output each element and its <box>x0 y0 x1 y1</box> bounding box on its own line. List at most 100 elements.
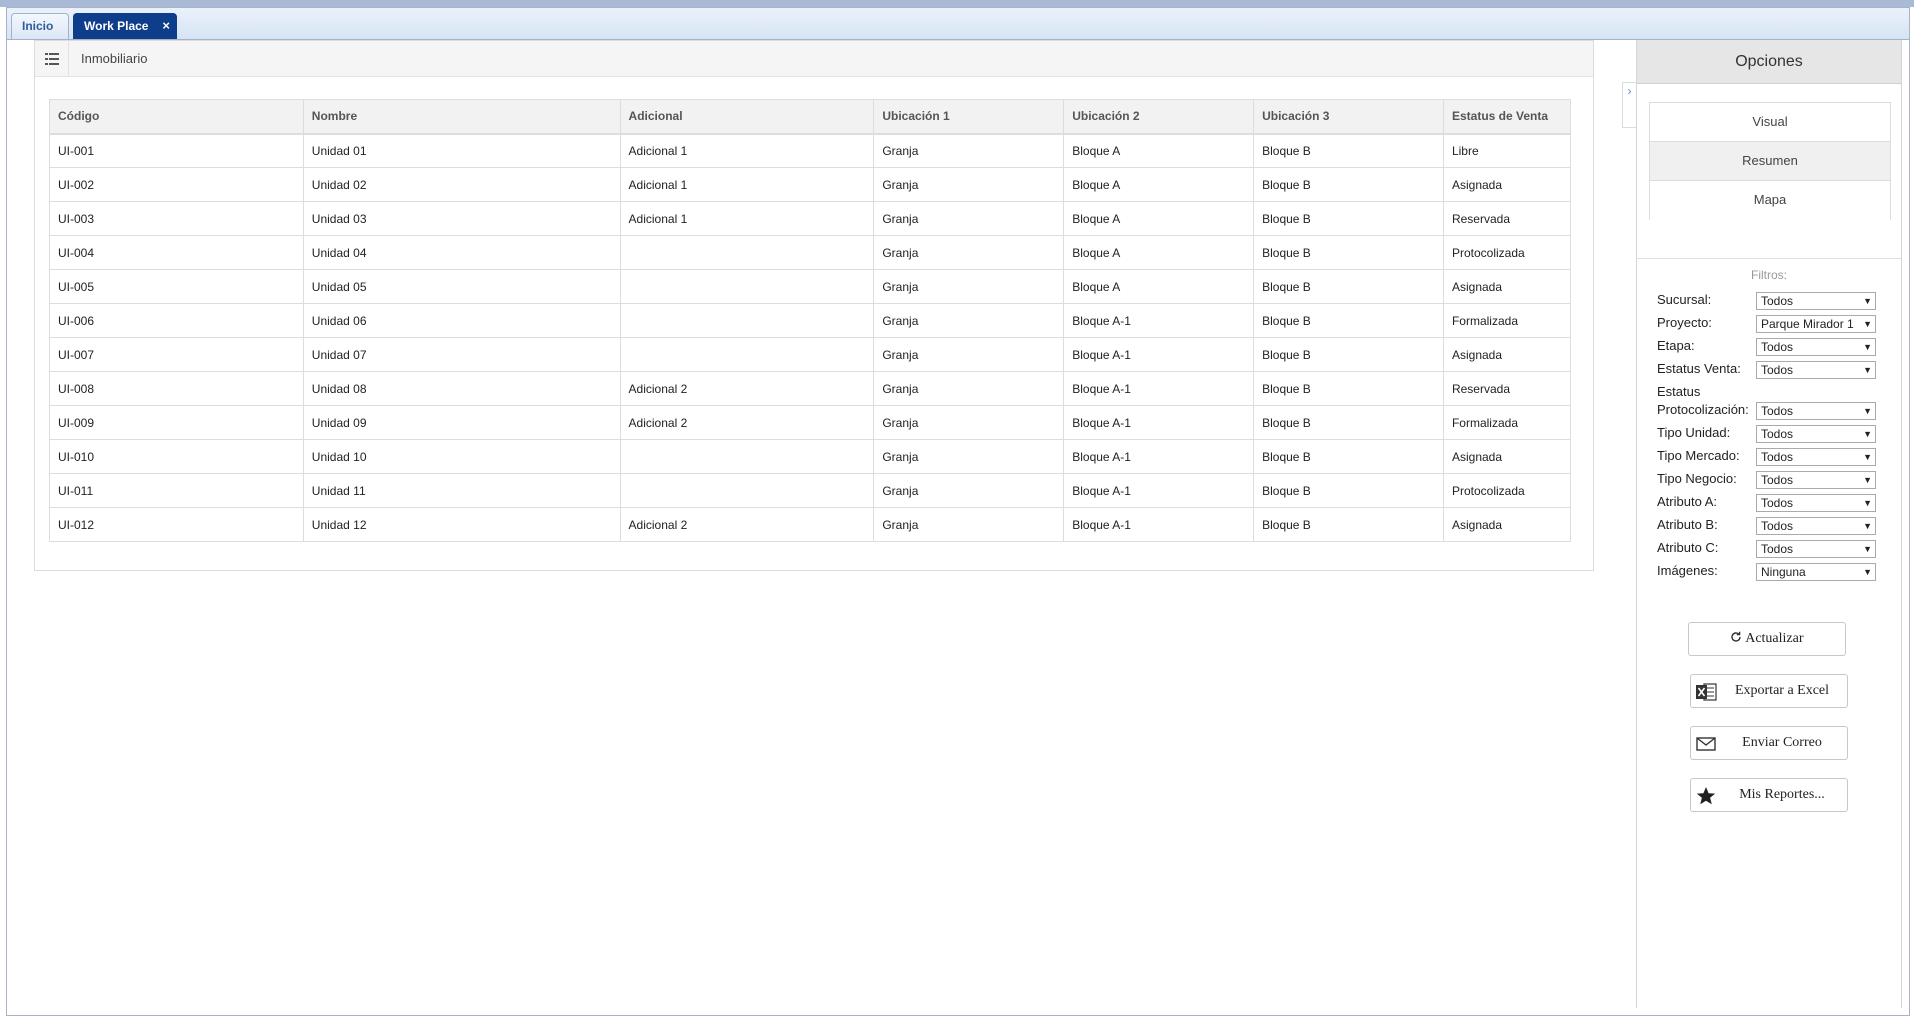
tipo-mercado-select[interactable]: Todos ▼ <box>1756 448 1876 466</box>
atributo-a-select[interactable]: Todos ▼ <box>1756 494 1876 512</box>
table-row[interactable]: UI-007 Unidad 07 Granja Bloque A-1 Bloque BA… <box>49 337 1572 372</box>
table-row[interactable]: UI-004 Unidad 04 Granja Bloque A Bloque B Pro… <box>49 235 1572 270</box>
select-value: Todos <box>1761 427 1794 441</box>
cell-estatus-venta: Libre <box>1442 133 1572 168</box>
dropdown-arrow-icon: ▼ <box>1863 498 1872 508</box>
table-row[interactable]: UI-008 Unidad 08 Adicional 2 Granja Bloque A… <box>49 371 1572 406</box>
table-row[interactable]: UI-001 Unidad 01 Adicional 1 Granja Bloque A… <box>49 133 1572 168</box>
table-row[interactable]: UI-002 Unidad 02 Adicional 1 Granja Bloque A… <box>49 167 1572 202</box>
tipo-negocio-select[interactable]: Todos ▼ <box>1756 471 1876 489</box>
filter-label: Etapa: <box>1657 338 1695 353</box>
mis-reportes-button[interactable]: Mis Reportes... <box>1690 778 1848 812</box>
column-header-ubicacion-3[interactable]: Ubicación 3 <box>1253 99 1444 135</box>
column-header-estatus-venta[interactable]: Estatus de Venta <box>1442 99 1572 135</box>
cell-ubicacion-1: Granja <box>873 303 1065 338</box>
table-row[interactable]: UI-011 Unidad 11 Granja Bloque A-1 Bloque BP… <box>49 473 1572 508</box>
select-value: Todos <box>1761 340 1794 354</box>
export-excel-button[interactable]: Exportar a Excel <box>1690 674 1848 708</box>
cell-ubicacion-3: Bloque B <box>1253 337 1444 372</box>
actualizar-button[interactable]: Actualizar <box>1688 622 1846 656</box>
dropdown-arrow-icon: ▼ <box>1863 544 1872 554</box>
table-row[interactable]: UI-003 Unidad 03 Adicional 1 Granja Bloque A… <box>49 201 1572 236</box>
cell-codigo: UI-001 <box>49 133 304 168</box>
cell-ubicacion-1: Granja <box>873 167 1065 202</box>
table-row[interactable]: UI-006 Unidad 06 Granja Bloque A-1 Bloque BF… <box>49 303 1572 338</box>
cell-adicional: Adicional 1 <box>619 201 875 236</box>
cell-codigo: UI-004 <box>49 235 304 270</box>
close-icon[interactable]: × <box>162 14 170 38</box>
sidebar-title: Opciones <box>1637 40 1901 84</box>
units-table: Código Nombre Adicional Ubicación 1 Ubic… <box>49 99 1572 542</box>
cell-nombre: Unidad 12 <box>302 507 621 542</box>
cell-ubicacion-2: Bloque A-1 <box>1063 473 1255 508</box>
table-header-row: Código Nombre Adicional Ubicación 1 Ubic… <box>49 99 1572 135</box>
select-value: Todos <box>1761 519 1794 533</box>
sidebar-divider <box>1637 258 1901 259</box>
tab-work-place[interactable]: Work Place × <box>73 13 177 39</box>
estatus-protocolizacion-select[interactable]: Todos ▼ <box>1756 402 1876 420</box>
column-header-nombre[interactable]: Nombre <box>302 99 621 135</box>
cell-codigo: UI-003 <box>49 201 304 236</box>
dropdown-arrow-icon: ▼ <box>1863 452 1872 462</box>
enviar-correo-button[interactable]: Enviar Correo <box>1690 726 1848 760</box>
table-row[interactable]: UI-009 Unidad 09 Adicional 2 Granja Bloque A… <box>49 405 1572 440</box>
table-row[interactable]: UI-005 Unidad 05 Granja Bloque A Bloque B Asi… <box>49 269 1572 304</box>
proyecto-select[interactable]: Parque Mirador 1 ▼ <box>1756 315 1876 333</box>
select-value: Todos <box>1761 294 1794 308</box>
cell-ubicacion-3: Bloque B <box>1253 473 1444 508</box>
column-header-adicional[interactable]: Adicional <box>619 99 875 135</box>
dropdown-arrow-icon: ▼ <box>1863 296 1872 306</box>
excel-icon <box>1695 682 1717 702</box>
cell-adicional: Adicional 1 <box>619 167 875 202</box>
cell-ubicacion-3: Bloque B <box>1253 201 1444 236</box>
filter-label: Tipo Mercado: <box>1657 448 1740 463</box>
cell-ubicacion-2: Bloque A <box>1063 167 1255 202</box>
atributo-c-select[interactable]: Todos ▼ <box>1756 540 1876 558</box>
estatus-venta-select[interactable]: Todos ▼ <box>1756 361 1876 379</box>
cell-nombre: Unidad 05 <box>302 269 621 304</box>
filter-label: Atributo A: <box>1657 494 1717 509</box>
star-icon <box>1695 786 1717 806</box>
cell-estatus-venta: Formalizada <box>1442 303 1572 338</box>
cell-ubicacion-3: Bloque B <box>1253 235 1444 270</box>
list-icon[interactable] <box>35 41 69 76</box>
dropdown-arrow-icon: ▼ <box>1863 567 1872 577</box>
cell-adicional <box>619 439 875 474</box>
cell-adicional: Adicional 2 <box>619 405 875 440</box>
view-mapa-button[interactable]: Mapa <box>1650 181 1890 220</box>
tab-strip: Inicio Work Place × <box>7 8 1909 40</box>
cell-estatus-venta: Asignada <box>1442 439 1572 474</box>
select-value: Todos <box>1761 496 1794 510</box>
cell-ubicacion-1: Granja <box>873 201 1065 236</box>
select-value: Todos <box>1761 450 1794 464</box>
column-header-ubicacion-2[interactable]: Ubicación 2 <box>1063 99 1255 135</box>
filter-label: Tipo Negocio: <box>1657 471 1737 486</box>
etapa-select[interactable]: Todos ▼ <box>1756 338 1876 356</box>
cell-ubicacion-2: Bloque A <box>1063 133 1255 168</box>
cell-ubicacion-2: Bloque A-1 <box>1063 337 1255 372</box>
filters-title: Filtros: <box>1751 268 1787 282</box>
dropdown-arrow-icon: ▼ <box>1863 475 1872 485</box>
sucursal-select[interactable]: Todos ▼ <box>1756 292 1876 310</box>
atributo-b-select[interactable]: Todos ▼ <box>1756 517 1876 535</box>
cell-ubicacion-1: Granja <box>873 269 1065 304</box>
collapse-sidebar-button[interactable]: › <box>1622 82 1636 128</box>
table-row[interactable]: UI-012 Unidad 12 Adicional 2 Granja Bloque A… <box>49 507 1572 542</box>
cell-nombre: Unidad 10 <box>302 439 621 474</box>
cell-estatus-venta: Protocolizada <box>1442 473 1572 508</box>
tipo-unidad-select[interactable]: Todos ▼ <box>1756 425 1876 443</box>
view-visual-button[interactable]: Visual <box>1650 103 1890 142</box>
dropdown-arrow-icon: ▼ <box>1863 365 1872 375</box>
column-header-ubicacion-1[interactable]: Ubicación 1 <box>873 99 1065 135</box>
view-selector: Visual Resumen Mapa <box>1649 102 1891 220</box>
select-value: Todos <box>1761 404 1794 418</box>
column-header-codigo[interactable]: Código <box>49 99 304 135</box>
tab-inicio[interactable]: Inicio <box>11 13 69 39</box>
table-row[interactable]: UI-010 Unidad 10 Granja Bloque A-1 Bloque BA… <box>49 439 1572 474</box>
view-resumen-button[interactable]: Resumen <box>1650 142 1890 181</box>
cell-adicional: Adicional 2 <box>619 507 875 542</box>
select-value: Todos <box>1761 363 1794 377</box>
cell-ubicacion-1: Granja <box>873 405 1065 440</box>
filter-label: Atributo C: <box>1657 540 1719 555</box>
imagenes-select[interactable]: Ninguna ▼ <box>1756 563 1876 581</box>
